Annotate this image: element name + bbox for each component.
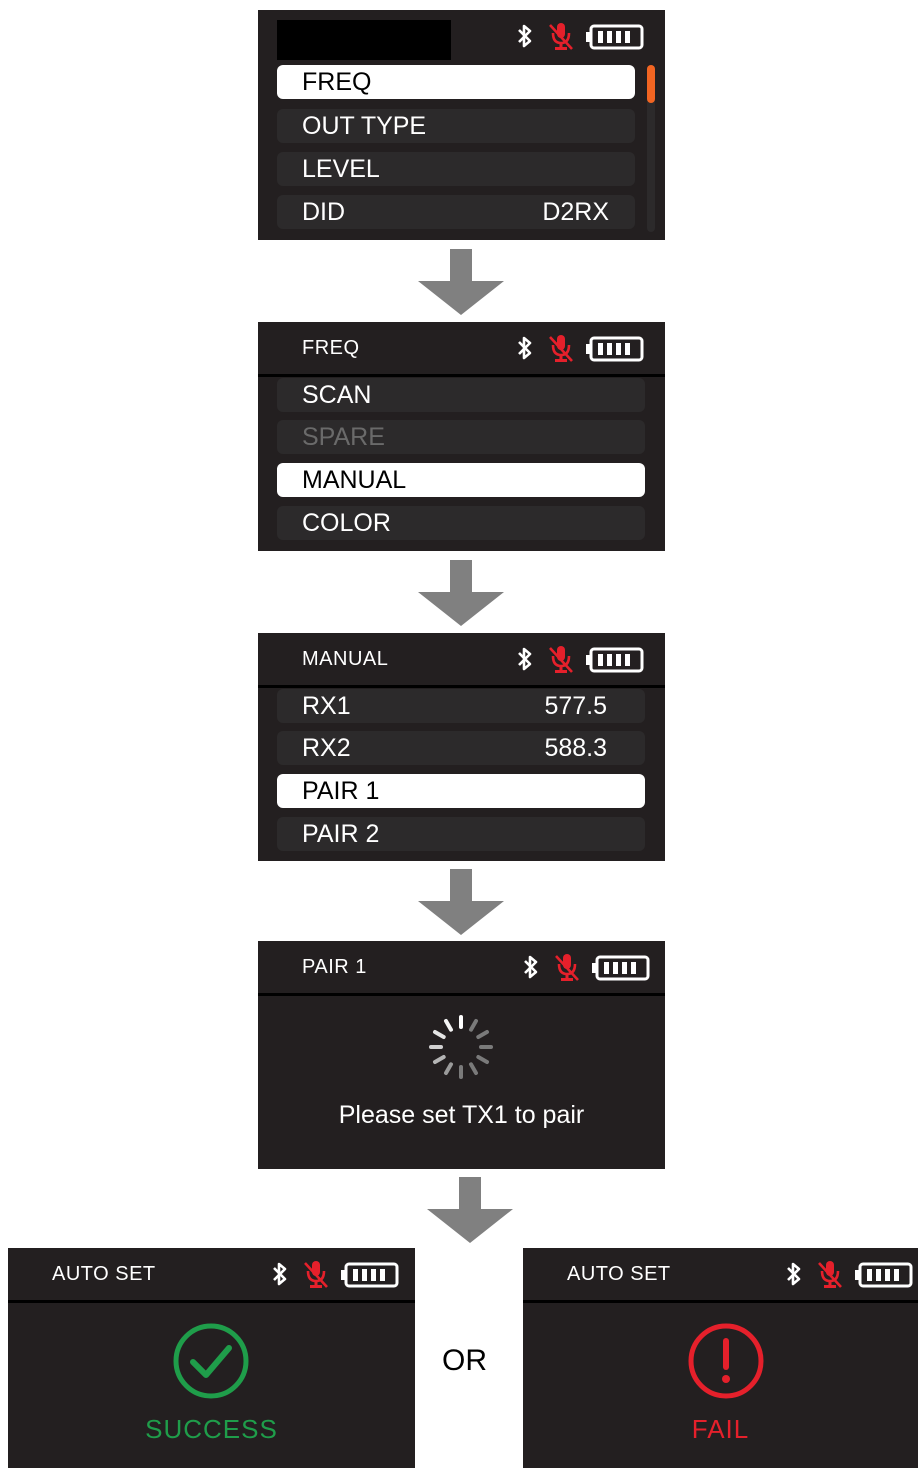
status-bar [516, 641, 656, 677]
screen-main-menu: FREQ OUT TYPE LEVEL DID D2RX [258, 10, 665, 240]
screen-title: PAIR 1 [302, 956, 367, 978]
battery-icon [586, 647, 644, 673]
menu-item-spare: SPARE [277, 420, 645, 454]
bluetooth-icon [273, 1262, 287, 1286]
screen-pairing: PAIR 1 Please set TX1 to pair [258, 941, 665, 1169]
screen-freq-menu: FREQ SCAN SPARE MANUAL COLOR [258, 322, 665, 551]
menu-item-level[interactable]: LEVEL [277, 152, 635, 186]
battery-icon [586, 336, 644, 362]
menu-item-out-type[interactable]: OUT TYPE [277, 109, 635, 143]
header-divider [8, 1300, 415, 1303]
result-label: FAIL [691, 1414, 750, 1444]
menu-item-label: MANUAL [302, 466, 407, 494]
menu-item-manual[interactable]: MANUAL [277, 463, 645, 497]
status-bar [516, 18, 656, 54]
screen-manual-menu: MANUAL RX1 577.5 RX2 588.3 PAIR 1 PAIR 2 [258, 633, 665, 861]
screen-title: FREQ [302, 337, 360, 359]
header-divider [258, 374, 665, 377]
mic-muted-icon [304, 1261, 328, 1288]
menu-item-label: COLOR [302, 509, 391, 537]
down-arrow-icon [418, 560, 504, 626]
result-label: SUCCESS [145, 1414, 278, 1444]
bluetooth-icon [518, 647, 532, 671]
mic-muted-icon [555, 954, 579, 981]
mic-muted-icon [549, 23, 573, 50]
status-bar [271, 1256, 411, 1292]
menu-item-value: 577.5 [544, 692, 607, 720]
menu-item-freq[interactable]: FREQ [277, 65, 635, 99]
screen-auto-set-success: AUTO SET SUCCESS [8, 1248, 415, 1468]
menu-item-value: 588.3 [544, 734, 607, 762]
menu-item-label: RX2 [302, 734, 351, 762]
header-divider [258, 993, 665, 996]
battery-icon [592, 955, 650, 981]
screen-title: AUTO SET [567, 1263, 671, 1285]
bluetooth-icon [524, 955, 538, 979]
bluetooth-icon [787, 1262, 801, 1286]
header-divider [258, 685, 665, 688]
menu-item-label: DID [302, 198, 346, 226]
loading-spinner-icon [429, 1015, 493, 1079]
status-bar [516, 330, 656, 366]
pairing-message: Please set TX1 to pair [338, 1101, 585, 1129]
menu-item-label: SCAN [302, 381, 372, 409]
status-bar [522, 949, 662, 985]
menu-item-pair-1[interactable]: PAIR 1 [277, 774, 645, 808]
down-arrow-icon [418, 249, 504, 315]
or-label: OR [442, 1344, 487, 1377]
bluetooth-icon [518, 336, 532, 360]
menu-item-value: D2RX [542, 198, 609, 226]
screen-auto-set-fail: AUTO SET FAIL [523, 1248, 918, 1468]
scrollbar-track[interactable] [647, 65, 655, 232]
menu-item-label: RX1 [302, 692, 351, 720]
menu-item-label: LEVEL [302, 155, 380, 183]
scrollbar-thumb[interactable] [647, 65, 655, 103]
menu-item-rx2[interactable]: RX2 588.3 [277, 731, 645, 765]
battery-icon [586, 24, 644, 50]
screen-title: MANUAL [302, 648, 389, 670]
battery-icon [855, 1262, 913, 1288]
menu-item-label: PAIR 1 [302, 777, 380, 805]
menu-item-label: SPARE [302, 423, 385, 451]
mic-muted-icon [549, 646, 573, 673]
down-arrow-icon [418, 869, 504, 935]
menu-item-color[interactable]: COLOR [277, 506, 645, 540]
menu-item-label: FREQ [302, 68, 372, 96]
screen-title: AUTO SET [52, 1263, 156, 1285]
menu-item-did[interactable]: DID D2RX [277, 195, 635, 229]
title-blackout [277, 20, 451, 60]
menu-item-label: OUT TYPE [302, 112, 427, 140]
menu-item-label: PAIR 2 [302, 820, 380, 848]
menu-item-rx1[interactable]: RX1 577.5 [277, 689, 645, 723]
menu-item-scan[interactable]: SCAN [277, 378, 645, 412]
mic-muted-icon [818, 1261, 842, 1288]
header-divider [523, 1300, 918, 1303]
check-circle-icon [173, 1323, 249, 1399]
mic-muted-icon [549, 335, 573, 362]
exclamation-circle-icon [688, 1323, 764, 1399]
bluetooth-icon [518, 24, 532, 48]
menu-item-pair-2[interactable]: PAIR 2 [277, 817, 645, 851]
status-bar [785, 1256, 918, 1292]
down-arrow-icon [427, 1177, 513, 1243]
battery-icon [341, 1262, 399, 1288]
